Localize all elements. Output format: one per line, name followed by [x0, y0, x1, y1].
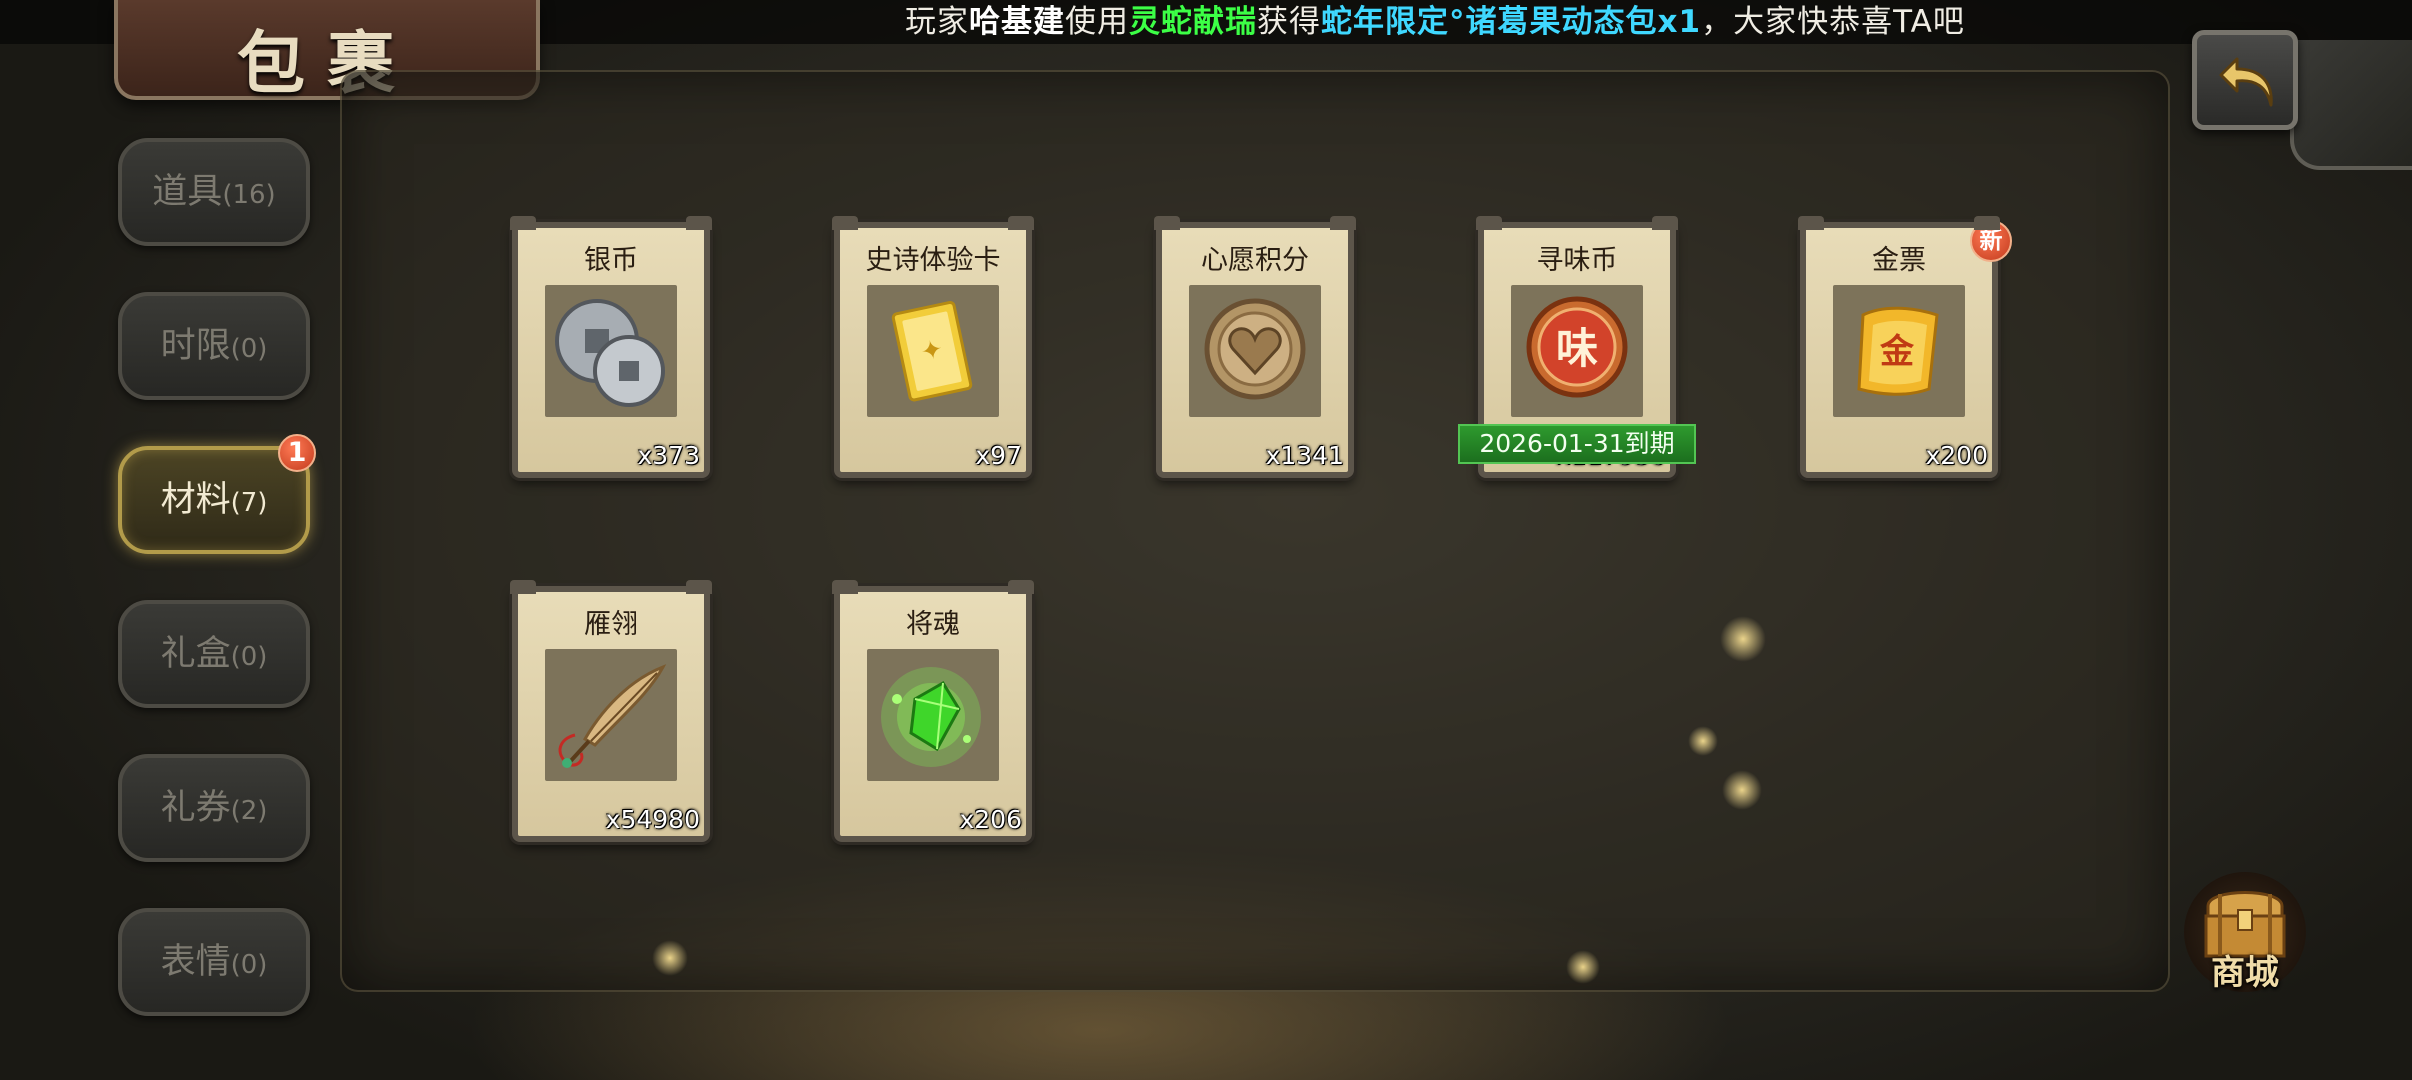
item-card-silver-coin[interactable]: 银币 x373 [510, 216, 712, 478]
announcement-suffix: ，大家快恭喜TA吧 [1701, 4, 1965, 40]
wish-points-icon [1204, 298, 1306, 400]
item-name: 银币 [584, 245, 638, 276]
item-name: 史诗体验卡 [865, 245, 1001, 276]
item-name: 将魂 [906, 609, 960, 640]
item-quantity: x97 [975, 441, 1022, 470]
item-name: 寻味币 [1536, 245, 1618, 276]
tab-count: (0) [230, 334, 268, 364]
item-icon-box [1189, 285, 1321, 417]
tab-count: (7) [230, 488, 268, 518]
item-quantity: x54980 [605, 805, 700, 834]
item-name: 雁翎 [584, 609, 638, 640]
item-name: 心愿积分 [1201, 245, 1309, 276]
light-sparkle [1722, 770, 1762, 810]
inventory-panel [340, 70, 2170, 992]
item-icon-box [867, 649, 999, 781]
light-sparkle [1566, 950, 1600, 984]
tab-items[interactable]: 道具(16) [118, 138, 310, 246]
item-quantity: x200 [1925, 441, 1988, 470]
tab-label: 礼盒 [160, 634, 231, 674]
item-icon-box [545, 285, 677, 417]
item-card-feather[interactable]: 雁翎 x54980 [510, 580, 712, 842]
svg-text:味: 味 [1556, 324, 1598, 373]
svg-text:金: 金 [1879, 332, 1915, 372]
announcement-reward: 蛇年限定°诸葛果动态包x1 [1321, 4, 1702, 40]
item-quantity: x1341 [1265, 441, 1344, 470]
tab-count: (2) [230, 796, 268, 826]
item-icon-box: 金 [1833, 285, 1965, 417]
back-arrow-icon [2219, 57, 2273, 107]
tab-count: (0) [230, 950, 268, 980]
general-soul-icon [881, 667, 981, 767]
item-quantity: x206 [959, 805, 1022, 834]
tab-label: 礼券 [160, 788, 231, 828]
announcement-item: 灵蛇献瑞 [1129, 4, 1257, 40]
new-badge: 新 [1970, 220, 2012, 262]
announcement-prefix: 玩家 [905, 4, 969, 40]
shop-button[interactable]: 商城 [2184, 872, 2306, 993]
tab-materials[interactable]: 材料(7) 1 [118, 434, 316, 554]
item-icon-box [545, 649, 677, 781]
tab-label: 道具 [152, 172, 223, 212]
light-sparkle [1688, 726, 1718, 756]
feather-icon [558, 664, 667, 768]
item-card-flavor-coin[interactable]: 寻味币 味 x117930 2026-01-31到期 [1458, 216, 1696, 478]
announcement-marquee: 玩家哈基建使用灵蛇献瑞获得蛇年限定°诸葛果动态包x1，大家快恭喜TA吧 [905, 0, 1965, 44]
item-card-wish-points[interactable]: 心愿积分 x1341 [1154, 216, 1356, 478]
tab-label: 材料 [160, 480, 231, 520]
announcement-use: 使用 [1065, 4, 1129, 40]
tab-count: (0) [230, 642, 268, 672]
item-quantity: x373 [637, 441, 700, 470]
expiry-label: 2026-01-31到期 [1458, 424, 1696, 464]
item-icon-box: 味 [1511, 285, 1643, 417]
tab-timed[interactable]: 时限(0) [118, 292, 310, 400]
corner-ornament [2290, 40, 2412, 170]
announcement-player: 哈基建 [969, 4, 1065, 40]
announcement-got: 获得 [1257, 4, 1321, 40]
tab-count: (16) [222, 180, 276, 210]
item-card-gold-ticket[interactable]: 金票 金 x200 新 [1798, 216, 2012, 478]
shop-label: 商城 [2211, 953, 2279, 993]
item-card-epic-card[interactable]: 史诗体验卡 ✦ x97 [832, 216, 1034, 478]
flavor-coin-icon: 味 [1526, 296, 1628, 398]
tab-label: 表情 [160, 942, 231, 982]
back-button[interactable] [2192, 30, 2298, 130]
gold-ticket-icon: 金 [1857, 306, 1939, 396]
notification-badge: 1 [278, 434, 316, 472]
light-sparkle [1720, 616, 1766, 662]
item-icon-box: ✦ [867, 285, 999, 417]
silver-coin-icon [555, 299, 665, 407]
item-name: 金票 [1872, 245, 1926, 276]
tab-emotes[interactable]: 表情(0) [118, 908, 310, 1016]
tab-giftbox[interactable]: 礼盒(0) [118, 600, 310, 708]
light-sparkle [652, 940, 688, 976]
tab-label: 时限 [160, 326, 231, 366]
tab-coupons[interactable]: 礼券(2) [118, 754, 310, 862]
epic-card-icon: ✦ [891, 300, 973, 402]
item-card-general-soul[interactable]: 将魂 x206 [832, 580, 1034, 842]
